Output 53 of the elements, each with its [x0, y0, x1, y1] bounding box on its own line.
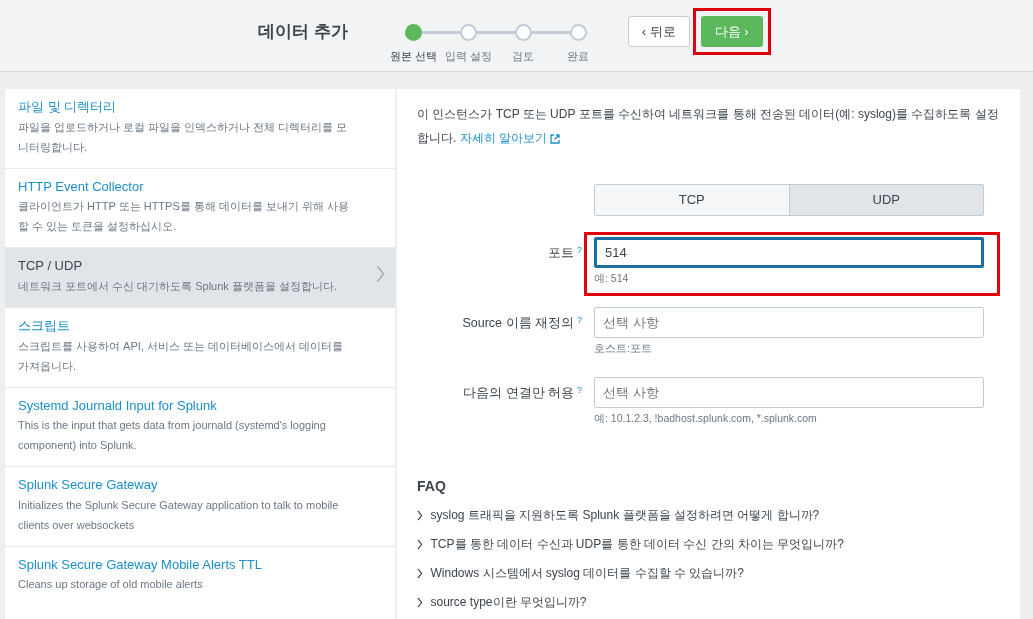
source-description: Initializes the Splunk Secure Gateway application to talk to mobile clients over websockets [18, 497, 340, 533]
chevron-right-icon [417, 539, 423, 551]
field-label: 다음의 연결만 허용 [463, 385, 574, 400]
source-title[interactable]: Systemd Journald Input for Splunk [18, 395, 382, 415]
input-field[interactable]: 선택 사항 [594, 376, 984, 408]
field-label: 포트 [548, 246, 574, 260]
back-button[interactable]: ‹ 뒤로 [627, 15, 690, 48]
faq-title: FAQ [417, 477, 447, 497]
source-list-item[interactable]: TCP / UDP 네트워크 포트에서 수신 대기하도록 Splunk 플랫폼을 설정합니다. [5, 248, 395, 308]
learn-more-link[interactable]: 자세히 알아보기 [459, 131, 561, 145]
protocol-tab[interactable]: UDP [789, 185, 983, 215]
step-label: 검토 [512, 49, 535, 65]
input-field[interactable]: 선택 사항 [594, 306, 984, 338]
step-label: 완료 [567, 49, 590, 65]
source-title[interactable]: TCP / UDP [18, 256, 382, 276]
source-title[interactable]: Splunk Secure Gateway Mobile Alerts TTL [18, 554, 382, 574]
external-link-icon [550, 133, 561, 144]
field-label: Source 이름 재정의 [462, 315, 574, 330]
field-hint: 예: 10.1.2.3, !badhost.splunk.com, *.splunk.com [594, 410, 818, 426]
source-title[interactable]: HTTP Event Collector [18, 176, 382, 196]
source-description: 스크립트를 사용하여 API, 서비스 또는 데이터베이스에서 데이터를 가져옵니다. [18, 338, 345, 374]
field-hint: 호스트:포트 [594, 340, 653, 356]
faq-question[interactable]: TCP를 통한 데이터 수신과 UDP를 통한 데이터 수신 간의 차이는 무엇입니까? [430, 530, 844, 560]
field-hint: 예: 514 [594, 271, 630, 286]
faq-question[interactable]: Windows 시스템에서 syslog 데이터를 수집할 수 있습니까? [430, 559, 744, 589]
source-description: Cleans up storage of old mobile alerts [18, 577, 204, 592]
source-title[interactable]: 스크립트 [18, 316, 382, 336]
source-list-item[interactable]: 스크립트 스크립트를 사용하여 API, 서비스 또는 데이터베이스에서 데이터를 가져옵니다. [5, 308, 395, 388]
chevron-right-icon [376, 264, 385, 283]
input-field[interactable]: 514 [594, 237, 984, 268]
source-description: 클라이언트가 HTTP 또는 HTTPS를 통해 데이터를 보내기 위해 사용할 수 있는 토큰을 설정하십시오. [18, 199, 351, 234]
form-description: 이 인스턴스가 TCP 또는 UDP 포트를 수신하여 네트워크를 통해 전송된 데이터(예: syslog)를 수집하도록 설정합니다. 자세히 알아보기 [417, 106, 1000, 147]
help-mark[interactable]: ? [577, 245, 582, 255]
chevron-right-icon [417, 597, 423, 609]
step-label: 입력 설정 [444, 49, 492, 65]
help-mark[interactable]: ? [577, 384, 582, 395]
source-list-item[interactable]: Splunk Secure Gateway Initializes the Splunk Secure Gateway application to talk to mobile clients over websockets [5, 467, 395, 547]
faq-question[interactable]: source type이란 무엇입니까? [430, 588, 587, 618]
help-mark[interactable]: ? [577, 314, 582, 325]
chevron-right-icon [417, 568, 423, 580]
protocol-tab[interactable]: TCP [595, 185, 790, 215]
source-list-item[interactable]: Splunk Secure Gateway Mobile Alerts TTL Cleans up storage of old mobile alerts [5, 546, 395, 619]
source-title[interactable]: Splunk Secure Gateway [18, 475, 382, 495]
faq-question[interactable]: syslog 트래픽을 지원하도록 Splunk 플랫폼을 설정하려면 어떻게 합니까? [430, 501, 820, 531]
step-label: 원본 선택 [389, 49, 437, 65]
page-title: 데이터 추가 [258, 20, 348, 43]
source-description: 파일을 업로드하거나 로컬 파일을 인덱스하거나 전체 디렉터리를 모니터링합니다. [18, 119, 349, 155]
source-title[interactable]: 파일 및 디렉터리 [18, 97, 382, 117]
source-list-item[interactable]: 파일 및 디렉터리 파일을 업로드하거나 로컬 파일을 인덱스하거나 전체 디렉터리를 모니터링합니다. [5, 89, 395, 169]
source-description: 네트워크 포트에서 수신 대기하도록 Splunk 플랫폼을 설정합니다. [18, 278, 339, 294]
source-list-item[interactable]: Systemd Journald Input for Splunk This is the input that gets data from journald (systemd's logging component) into Splunk. [5, 387, 395, 467]
chevron-right-icon [417, 510, 423, 522]
source-description: This is the input that gets data from journald (systemd's logging component) into Splunk. [18, 418, 327, 453]
